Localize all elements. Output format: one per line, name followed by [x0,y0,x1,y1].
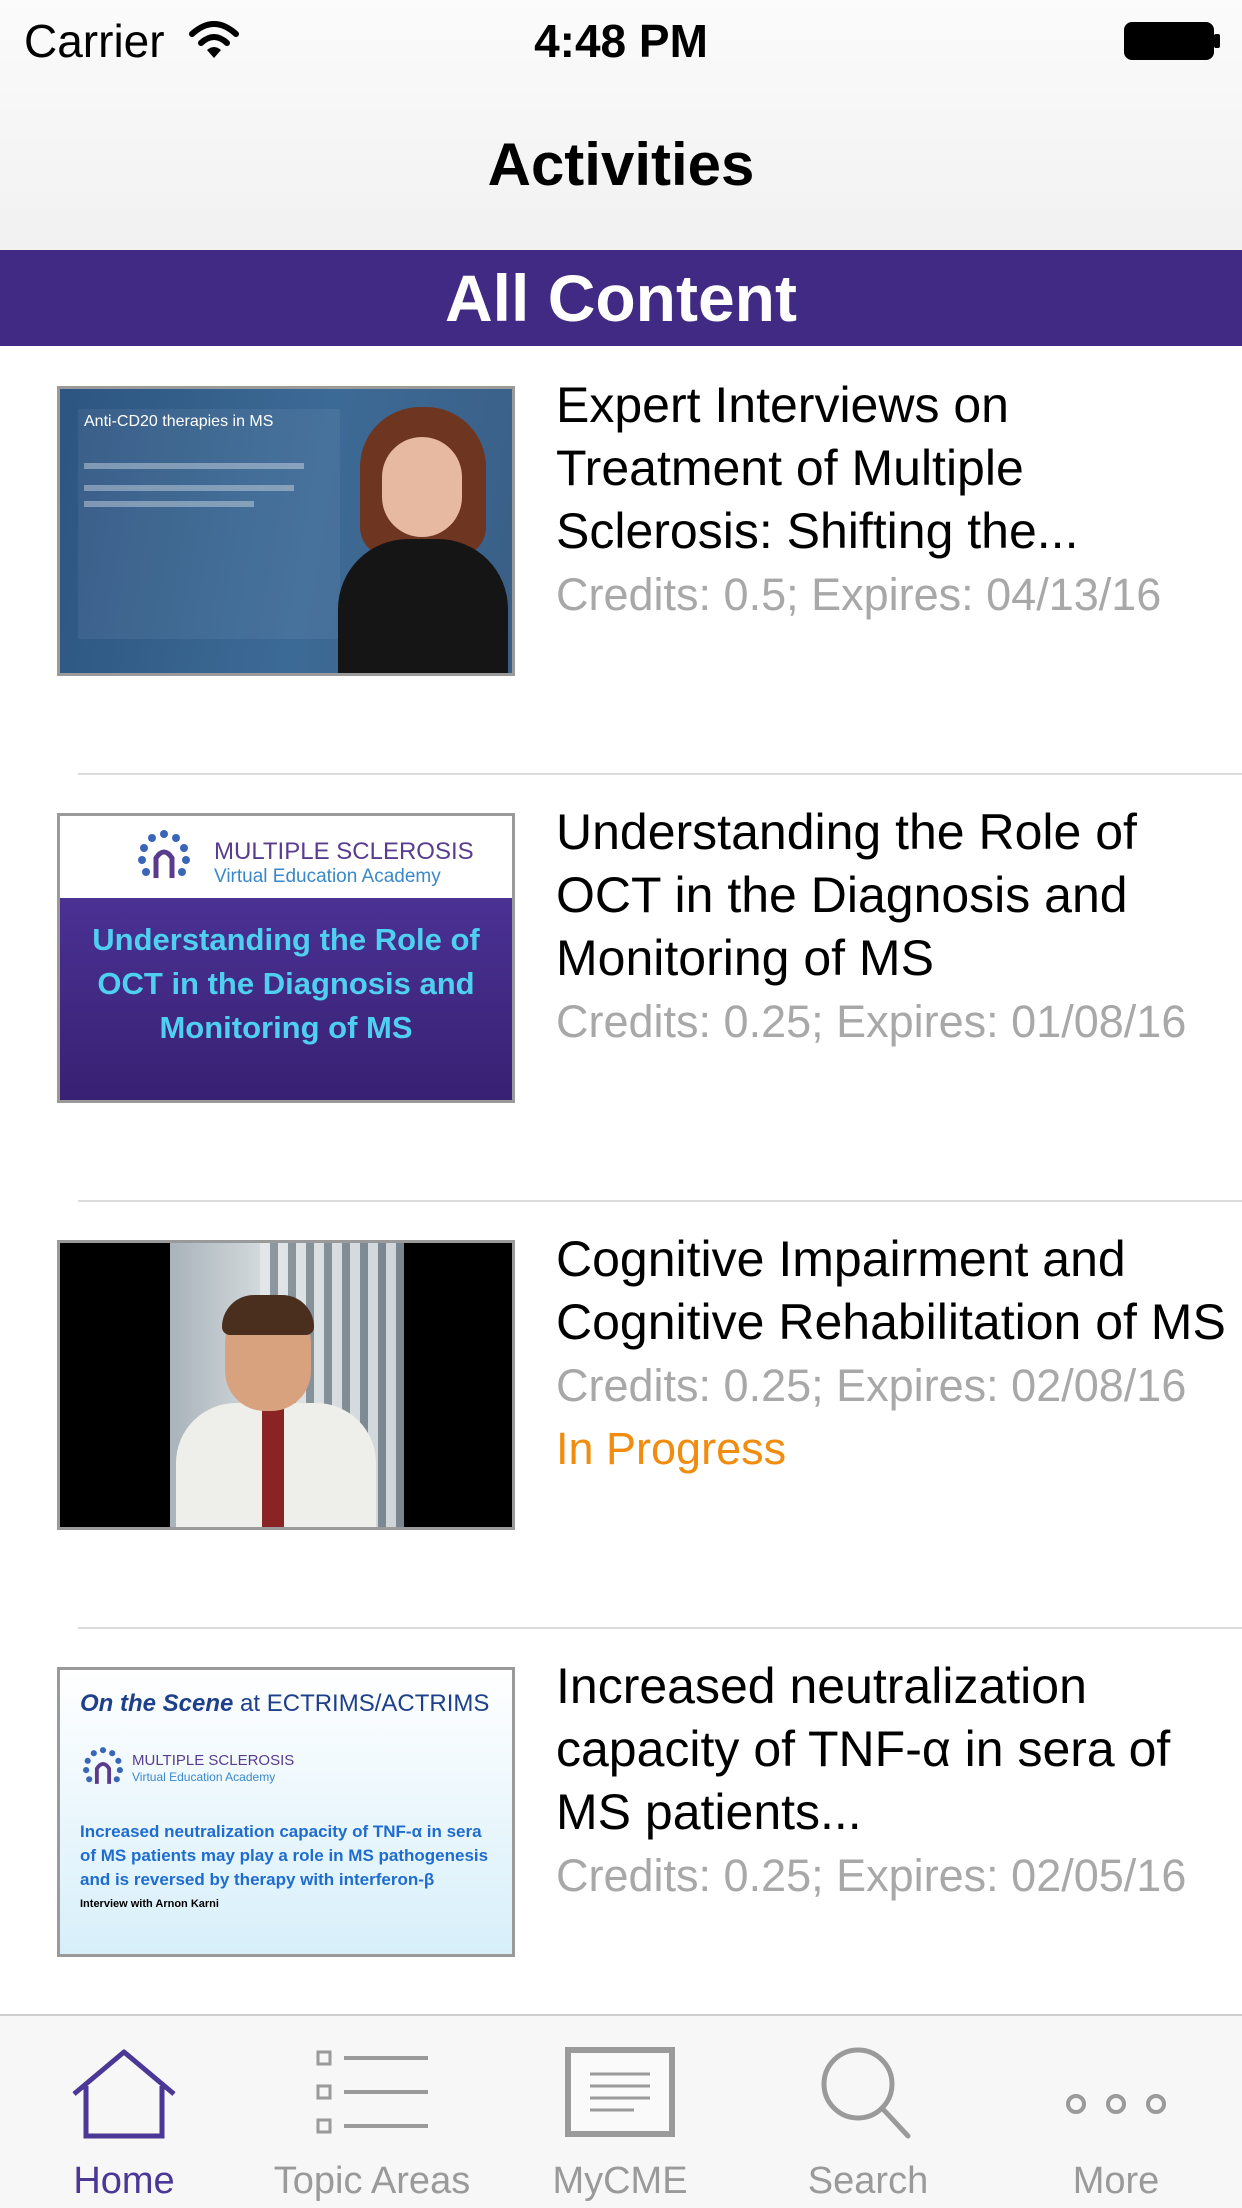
screen: Carrier 4:48 PM Activities All Content A… [0,0,1242,2208]
tab-mycme[interactable]: MyCME [496,2016,744,2208]
list-item[interactable]: On the Scene at ECTRIMS/ACTRIMS MULTIPLE… [0,1627,1242,2054]
tab-label: More [1072,2160,1160,2202]
list-item[interactable]: Cognitive Impairment and Cognitive Rehab… [0,1200,1242,1627]
activity-list: Anti-CD20 therapies in MS Expert Intervi… [0,346,1242,2054]
battery-icon [1124,22,1220,60]
slide-bullet [84,463,304,469]
tab-bar: Home Topic Areas MyCME Search More [0,2014,1242,2208]
more-icon [1066,2094,1166,2114]
speaker-body [338,539,508,673]
list-item[interactable]: MULTIPLE SCLEROSIS Virtual Education Aca… [0,773,1242,1200]
tab-home[interactable]: Home [0,2016,248,2208]
home-icon [72,2049,176,2139]
org-subtitle: Virtual Education Academy [214,866,441,887]
section-header: All Content [0,250,1242,346]
status-time: 4:48 PM [534,15,708,67]
academy-logo-icon [138,830,190,878]
item-meta: Credits: 0.25; Expires: 02/05/16 [556,1850,1187,1901]
slide-bullet [84,485,294,491]
org-subtitle: Virtual Education Academy [132,1770,276,1784]
item-status: In Progress [556,1423,787,1474]
speaker-face [382,437,462,537]
document-icon [565,2047,675,2137]
tab-label: Home [73,2160,175,2202]
org-name: MULTIPLE SCLEROSIS [214,838,474,865]
page-title: Activities [487,131,755,198]
list-icon [316,2050,428,2134]
slide-bullet [84,501,254,507]
banner-emphasis: On the Scene [80,1690,234,1717]
item-text: Increased neutralization capacity of TNF… [556,1655,1226,1907]
list-item[interactable]: Anti-CD20 therapies in MS Expert Intervi… [0,346,1242,773]
thumb-caption: Increased neutralization capacity of TNF… [80,1822,489,1889]
academy-logo-icon [83,1747,123,1784]
item-title: Expert Interviews on Treatment of Multip… [556,377,1079,559]
tab-label: MyCME [552,2160,688,2202]
thumbnail-image: MULTIPLE SCLEROSIS Virtual Education Aca… [57,813,515,1103]
item-meta: Credits: 0.25; Expires: 01/08/16 [556,996,1187,1047]
item-text: Expert Interviews on Treatment of Multip… [556,374,1226,626]
thumbnail-image: Anti-CD20 therapies in MS [57,386,515,676]
item-title: Cognitive Impairment and Cognitive Rehab… [556,1231,1226,1350]
item-title: Increased neutralization capacity of TNF… [556,1658,1171,1840]
navigation-bar: Carrier 4:48 PM Activities [0,0,1242,250]
org-name: MULTIPLE SCLEROSIS [132,1752,295,1769]
item-text: Cognitive Impairment and Cognitive Rehab… [556,1228,1226,1480]
search-icon [821,2047,911,2139]
banner-text: at ECTRIMS/ACTRIMS [233,1690,490,1717]
thumb-subcaption: Interview with Arnon Karni [80,1898,219,1910]
thumb-caption: Understanding the Role of OCT in the Dia… [92,922,480,1045]
tab-label: Topic Areas [273,2160,471,2202]
tab-search[interactable]: Search [744,2016,992,2208]
slide-heading: Anti-CD20 therapies in MS [84,413,274,430]
thumb-banner: On the Scene at ECTRIMS/ACTRIMS [80,1690,489,1718]
tab-label: Search [807,2160,929,2202]
speaker-hair [222,1295,314,1335]
thumbnail-image [57,1240,515,1530]
speaker-tie [262,1403,284,1527]
tab-more[interactable]: More [992,2016,1240,2208]
thumbnail-image: On the Scene at ECTRIMS/ACTRIMS MULTIPLE… [57,1667,515,1957]
tab-topic-areas[interactable]: Topic Areas [248,2016,496,2208]
slide-panel [78,409,340,639]
item-title: Understanding the Role of OCT in the Dia… [556,804,1137,986]
item-meta: Credits: 0.25; Expires: 02/08/16 [556,1360,1187,1411]
item-meta: Credits: 0.5; Expires: 04/13/16 [556,569,1162,620]
item-text: Understanding the Role of OCT in the Dia… [556,801,1226,1053]
